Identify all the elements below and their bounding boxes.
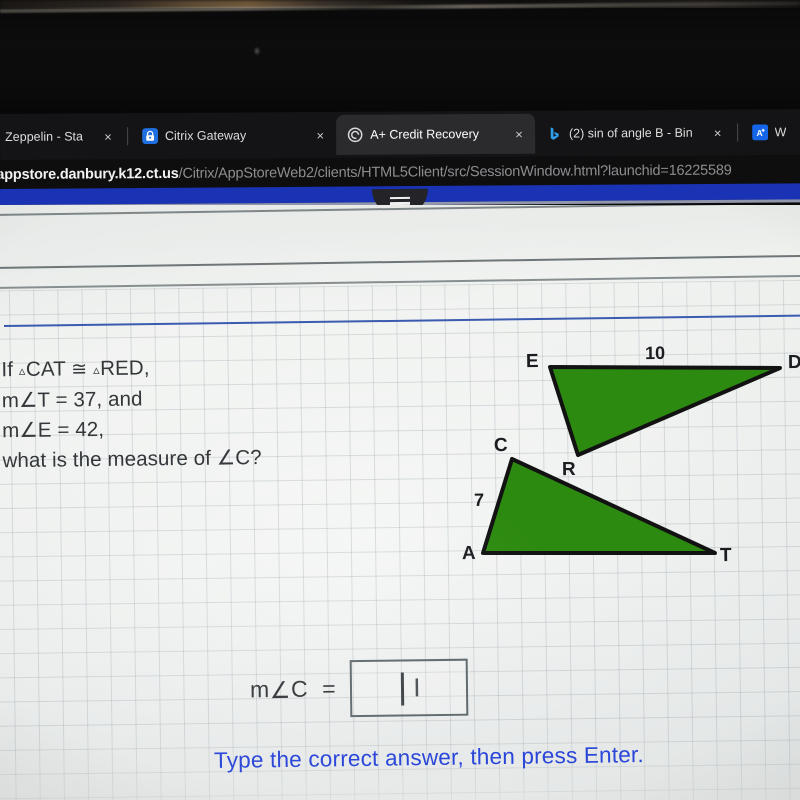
- answer-row: m∠C = I: [250, 658, 469, 719]
- vertex-label-T: T: [719, 544, 732, 567]
- triangle-symbol-icon: ▵: [18, 362, 26, 378]
- angle-symbol-icon: ∠: [269, 676, 292, 703]
- triangle-name-red: RED,: [100, 356, 150, 380]
- vertex-label-E: E: [525, 350, 539, 373]
- vertex-label-D: D: [787, 351, 800, 374]
- question-text: If ▵CAT ≅ ▵RED, m∠T = 37, and m∠E = 42, …: [1, 351, 362, 476]
- side-length-label-10: 10: [644, 342, 666, 364]
- hamburger-line: [389, 196, 410, 200]
- answer-label-m: m: [249, 675, 270, 702]
- tab-title: A+ Credit Recovery: [370, 127, 480, 142]
- answer-label-vertex: C: [290, 675, 309, 702]
- bing-icon: [550, 127, 559, 140]
- close-icon[interactable]: ×: [512, 126, 526, 141]
- browser-tab-zeppelin[interactable]: Zeppelin - Sta ×: [0, 116, 124, 157]
- tab-title: Zeppelin - Sta: [5, 129, 84, 144]
- question-line1-prefix: If: [1, 357, 19, 382]
- geometry-diagram: E D R 10 C A T 7: [440, 343, 800, 625]
- close-icon[interactable]: ×: [711, 125, 725, 140]
- close-icon[interactable]: ×: [101, 129, 115, 144]
- url-domain: appstore.danbury.k12.ct.us: [0, 165, 179, 184]
- svg-text:A: A: [756, 128, 762, 138]
- browser-window: Zeppelin - Sta × Citrix Gateway × A+ Cre…: [0, 109, 800, 190]
- question-line-4: what is the measure of ∠C?: [2, 446, 262, 473]
- close-icon[interactable]: ×: [313, 128, 327, 143]
- text-caret: [401, 672, 404, 706]
- answer-input[interactable]: I: [349, 658, 469, 718]
- tab-divider: [126, 127, 129, 146]
- triangle-name-cat: CAT: [25, 357, 66, 381]
- browser-tab-citrix-gateway[interactable]: Citrix Gateway ×: [131, 115, 337, 156]
- side-length-label-7: 7: [473, 489, 485, 511]
- browser-tabstrip: Zeppelin - Sta × Citrix Gateway × A+ Cre…: [0, 109, 800, 160]
- vertex-label-A: A: [461, 542, 476, 565]
- tab-title: Citrix Gateway: [164, 128, 247, 143]
- browser-tab-aplus-w[interactable]: A W: [741, 112, 796, 152]
- aplus-icon: A: [751, 124, 768, 141]
- url-path: /Citrix/AppStoreWeb2/clients/HTML5Client…: [178, 162, 732, 182]
- monitor-bezel: [0, 8, 800, 120]
- triangle-CAT-shape: [481, 457, 717, 555]
- question-line-2: m∠T = 37, and: [1, 387, 143, 413]
- swirl-icon: [347, 127, 363, 143]
- tab-title: (2) sin of angle B - Bin: [568, 125, 693, 141]
- tab-title: W: [774, 125, 787, 140]
- bezel-dust-speck: [255, 48, 259, 54]
- screenshot-root: Zeppelin - Sta × Citrix Gateway × A+ Cre…: [0, 0, 800, 800]
- question-line-3: m∠E = 42,: [2, 417, 105, 443]
- browser-tab-a-plus-credit-recovery[interactable]: A+ Credit Recovery ×: [336, 113, 536, 155]
- congruent-symbol-icon: ≅: [71, 359, 88, 381]
- triangle-RED-shape: [548, 365, 782, 457]
- browser-tab-bing-sin-of-angle-b[interactable]: (2) sin of angle B - Bin ×: [535, 113, 734, 154]
- lock-icon: [141, 128, 158, 145]
- triangle-symbol-icon: ▵: [92, 362, 100, 378]
- worksheet-page: If ▵CAT ≅ ▵RED, m∠T = 37, and m∠E = 42, …: [0, 205, 800, 800]
- question-line-1: If ▵CAT ≅ ▵RED,: [1, 351, 361, 386]
- vertex-label-R: R: [561, 458, 576, 481]
- equals-sign: =: [322, 674, 337, 701]
- answer-label: m∠C =: [250, 675, 337, 704]
- vertex-label-C: C: [493, 434, 508, 457]
- tab-divider: [736, 123, 738, 142]
- text-ibeam-cursor-icon: I: [413, 672, 421, 703]
- diagram-svg: [481, 365, 782, 555]
